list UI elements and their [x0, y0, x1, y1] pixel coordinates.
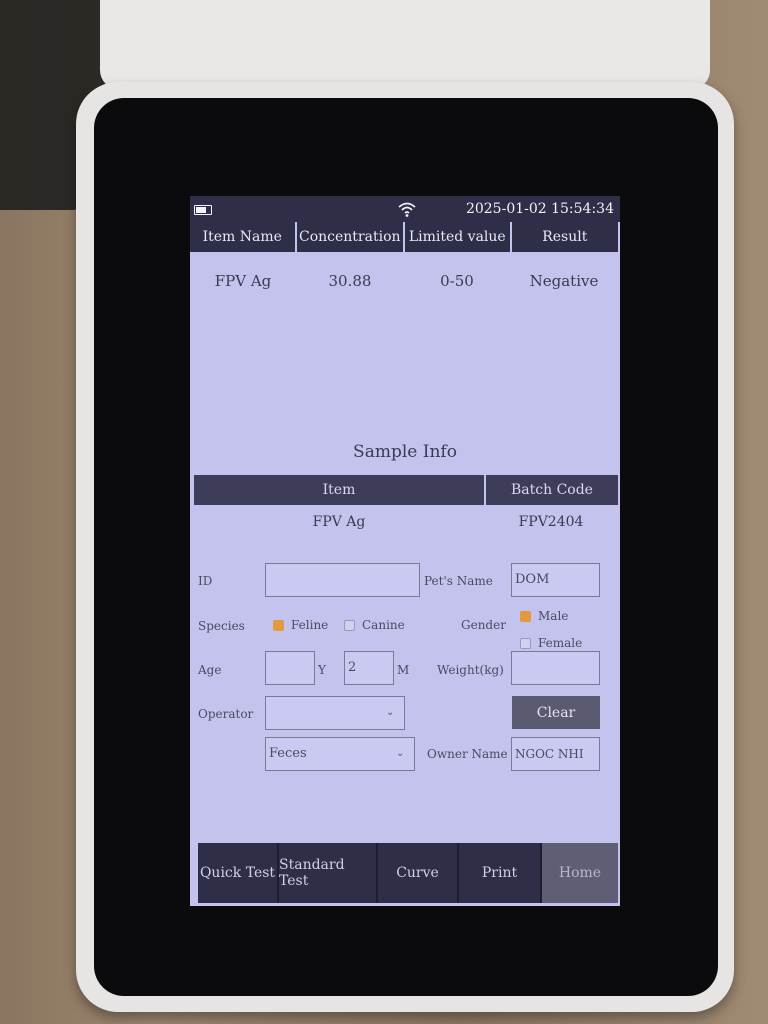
status-bar: 2025-01-02 15:54:34	[190, 196, 620, 222]
operator-select[interactable]	[265, 696, 405, 730]
owner-name-label: Owner Name	[427, 747, 508, 761]
col-concentration: Concentration	[297, 222, 405, 252]
cell-item: FPV Ag	[312, 514, 366, 530]
curve-button[interactable]: Curve	[378, 843, 459, 903]
wifi-icon	[398, 202, 416, 217]
home-button[interactable]: Home	[542, 843, 618, 903]
cell-concentration: 30.88	[328, 272, 372, 290]
datetime: 2025-01-02 15:54:34	[465, 201, 614, 217]
owner-name-field[interactable]: NGOC NHI	[511, 737, 600, 771]
print-button[interactable]: Print	[459, 843, 542, 903]
species-label: Species	[198, 619, 245, 633]
feline-option-label[interactable]: Feline	[291, 618, 328, 632]
sample-info-row: FPV Ag FPV2404	[194, 514, 618, 538]
cell-limited-value: 0-50	[440, 272, 474, 290]
female-option-label[interactable]: Female	[538, 636, 582, 650]
col-item: Item	[194, 475, 486, 505]
age-months-unit: M	[397, 663, 410, 677]
col-limited-value: Limited value	[405, 222, 512, 252]
male-option-label[interactable]: Male	[538, 609, 568, 623]
male-radio[interactable]	[520, 611, 531, 622]
weight-label: Weight(kg)	[437, 663, 504, 677]
battery-icon	[194, 205, 212, 215]
table-row[interactable]: FPV Ag 30.88 0-50 Negative	[190, 266, 620, 296]
cell-item-name: FPV Ag	[214, 272, 272, 290]
pet-name-label: Pet's Name	[424, 574, 493, 588]
touch-screen: 2025-01-02 15:54:34 Item Name Concentrat…	[190, 196, 620, 906]
canine-option-label[interactable]: Canine	[362, 618, 405, 632]
age-label: Age	[198, 663, 222, 677]
results-header: Item Name Concentration Limited value Re…	[190, 222, 620, 252]
operator-label: Operator	[198, 707, 254, 721]
weight-field[interactable]	[511, 651, 600, 685]
col-batch-code: Batch Code	[511, 482, 593, 498]
sample-type-select[interactable]: Feces	[265, 737, 415, 771]
standard-test-button[interactable]: Standard Test	[279, 843, 378, 903]
col-item-name: Item Name	[190, 222, 297, 252]
age-months-field[interactable]: 2	[344, 651, 394, 685]
cell-batch-code: FPV2404	[518, 514, 584, 530]
sample-info-header: Item Batch Code	[194, 475, 618, 505]
female-radio[interactable]	[520, 638, 531, 649]
device-stand	[100, 0, 710, 90]
gender-label: Gender	[461, 618, 506, 632]
age-years-unit: Y	[318, 663, 326, 677]
id-label: ID	[198, 574, 213, 588]
id-field[interactable]	[265, 563, 420, 597]
pet-name-field[interactable]: DOM	[511, 563, 600, 597]
clear-button[interactable]: Clear	[512, 696, 600, 729]
sample-info-title: Sample Info	[353, 442, 457, 462]
col-result: Result	[512, 222, 620, 252]
chevron-down-icon[interactable]: ⌄	[396, 748, 404, 759]
feline-radio[interactable]	[273, 620, 284, 631]
bottom-nav: Quick Test Standard Test Curve Print Hom…	[198, 843, 618, 903]
canine-radio[interactable]	[344, 620, 355, 631]
age-years-field[interactable]	[265, 651, 315, 685]
chevron-down-icon[interactable]: ⌄	[386, 707, 394, 718]
quick-test-button[interactable]: Quick Test	[198, 843, 279, 903]
cell-result: Negative	[529, 272, 599, 290]
